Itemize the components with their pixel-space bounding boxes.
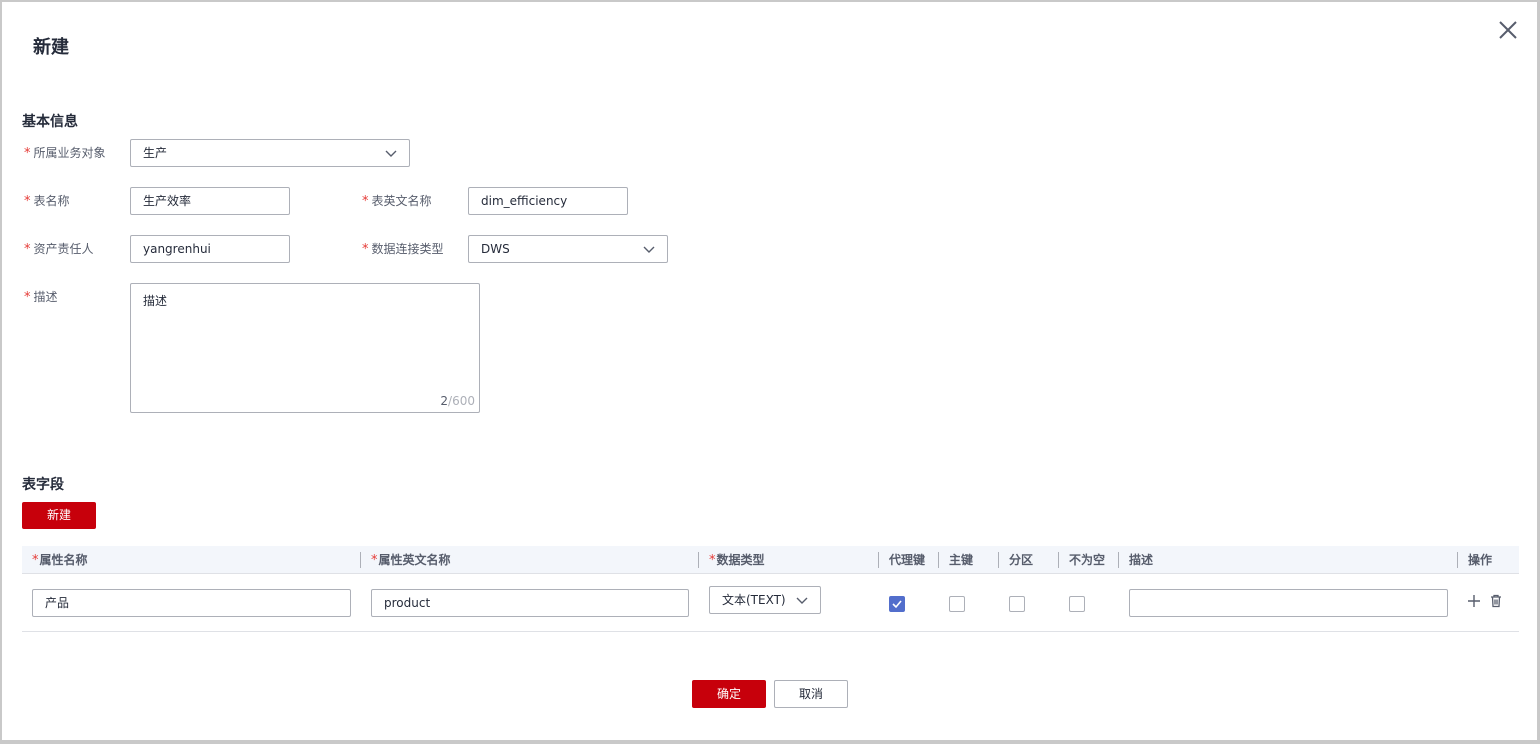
description-textarea[interactable]: 描述 2/600	[130, 283, 480, 413]
column-divider[interactable]	[1058, 552, 1059, 568]
column-divider[interactable]	[698, 552, 699, 568]
col-data-type: *数据类型	[709, 553, 765, 568]
confirm-button[interactable]: 确定	[692, 680, 766, 708]
create-dialog: 新建 基本信息 * 所属业务对象 生产 * 表名称 生产效率 * 表英文名称 dim_…	[2, 2, 1537, 740]
column-divider[interactable]	[1118, 552, 1119, 568]
owner-input[interactable]: yangrenhui	[130, 235, 290, 263]
data-type-select[interactable]: 文本(TEXT)	[709, 586, 821, 614]
char-counter: 2/600	[440, 394, 475, 408]
column-divider[interactable]	[938, 552, 939, 568]
table-name-label: * 表名称	[24, 194, 70, 209]
surrogate-key-checkbox[interactable]	[889, 596, 905, 612]
required-mark: *	[24, 290, 31, 305]
row-divider	[22, 631, 1519, 632]
conn-type-select[interactable]: DWS	[468, 235, 668, 263]
chevron-down-icon	[796, 597, 808, 604]
col-attr-name: *属性名称	[32, 553, 88, 568]
partition-checkbox[interactable]	[1009, 596, 1025, 612]
required-mark: *	[24, 242, 31, 257]
dialog-title: 新建	[33, 37, 69, 58]
section-table-fields: 表字段	[22, 477, 64, 493]
attr-en-name-input[interactable]: product	[371, 589, 689, 617]
fields-table-header: *属性名称 *属性英文名称 *数据类型 代理键 主键 分区 不为空 描述 操作	[22, 546, 1519, 574]
trash-icon[interactable]	[1489, 594, 1503, 608]
business-object-label: * 所属业务对象	[24, 146, 106, 161]
column-divider[interactable]	[360, 552, 361, 568]
business-object-select[interactable]: 生产	[130, 139, 410, 167]
col-not-null: 不为空	[1069, 553, 1106, 567]
attr-name-input[interactable]: 产品	[32, 589, 351, 617]
add-field-button[interactable]: 新建	[22, 502, 96, 529]
cancel-button[interactable]: 取消	[774, 680, 848, 708]
col-partition: 分区	[1009, 553, 1034, 567]
required-mark: *	[362, 242, 369, 257]
required-mark: *	[24, 194, 31, 209]
chevron-down-icon	[643, 246, 655, 253]
check-icon	[892, 600, 902, 609]
description-label: * 描述	[24, 290, 58, 305]
column-divider[interactable]	[878, 552, 879, 568]
section-basic-info: 基本信息	[22, 114, 78, 130]
col-attr-en-name: *属性英文名称	[371, 553, 451, 568]
table-name-input[interactable]: 生产效率	[130, 187, 290, 215]
col-surrogate-key: 代理键	[889, 553, 926, 567]
column-divider[interactable]	[998, 552, 999, 568]
col-operation: 操作	[1468, 553, 1493, 567]
field-description-input[interactable]	[1129, 589, 1448, 617]
primary-key-checkbox[interactable]	[949, 596, 965, 612]
conn-type-label: * 数据连接类型	[362, 242, 444, 257]
col-description: 描述	[1129, 553, 1154, 567]
close-icon[interactable]	[1496, 18, 1520, 42]
required-mark: *	[24, 146, 31, 161]
table-en-name-label: * 表英文名称	[362, 194, 432, 209]
required-mark: *	[362, 194, 369, 209]
owner-label: * 资产责任人	[24, 242, 94, 257]
table-en-name-input[interactable]: dim_efficiency	[468, 187, 628, 215]
plus-icon[interactable]	[1467, 594, 1481, 608]
not-null-checkbox[interactable]	[1069, 596, 1085, 612]
column-divider[interactable]	[1457, 552, 1458, 568]
chevron-down-icon	[385, 150, 397, 157]
col-primary-key: 主键	[949, 553, 974, 567]
